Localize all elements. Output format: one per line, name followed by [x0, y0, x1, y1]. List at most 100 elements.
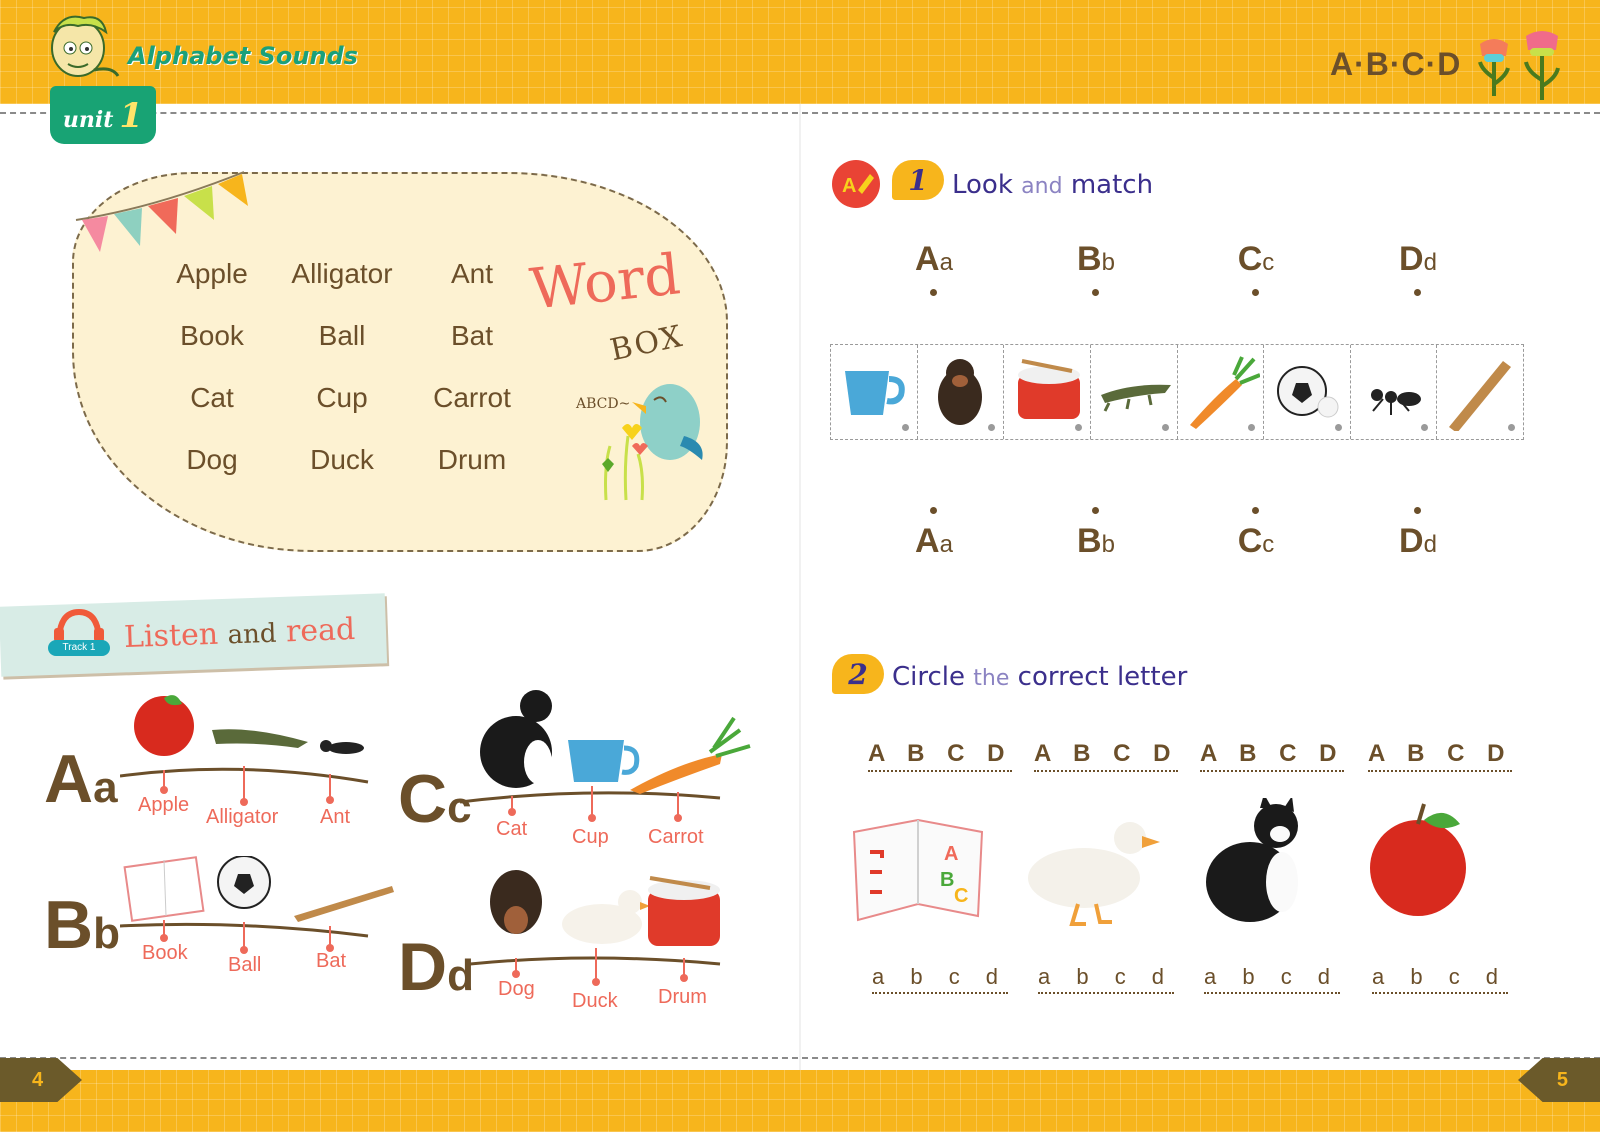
ball-image[interactable] — [1264, 345, 1351, 439]
vocab-word: Cup — [572, 826, 609, 848]
uppercase-letter: B — [44, 887, 94, 963]
lowercase-choices[interactable]: a b c d — [1038, 964, 1175, 994]
bat-image[interactable] — [1437, 345, 1523, 439]
lowercase-letter: a — [939, 249, 953, 276]
match-letter-top-b[interactable]: Bb — [1056, 240, 1136, 279]
activity-title-the: the — [973, 666, 1010, 691]
group-c-illustration — [460, 690, 751, 822]
lowercase-choices[interactable]: a b c d — [1372, 964, 1509, 994]
vocab-word: Drum — [658, 986, 707, 1008]
match-letter-bottom-a[interactable]: Aa — [894, 522, 974, 561]
drum-image[interactable] — [1004, 345, 1091, 439]
big-letter-d: Dd — [398, 928, 474, 1006]
match-letter-top-a[interactable]: Aa — [894, 240, 974, 279]
match-dot[interactable] — [1414, 507, 1421, 514]
uppercase-letter: D — [1399, 240, 1424, 278]
unit-tab: unit 1 — [50, 86, 156, 144]
uppercase-letter: D — [1399, 522, 1424, 560]
big-letter-b: Bb — [44, 886, 120, 964]
activity-title-word: correct letter — [1017, 662, 1188, 692]
activity-title-word: match — [1070, 170, 1154, 200]
match-dot[interactable] — [1334, 424, 1342, 431]
page-gutter — [799, 104, 801, 1070]
apple-image — [1370, 803, 1466, 916]
vocab-word: Ant — [320, 806, 351, 828]
vocab-word: Ball — [228, 954, 262, 976]
uppercase-choices[interactable]: A B C D — [868, 740, 1013, 772]
match-letter-bottom-d[interactable]: Dd — [1378, 522, 1458, 561]
match-dot[interactable] — [930, 507, 937, 514]
activity-title-word: Look — [952, 170, 1013, 200]
svg-text:B: B — [940, 869, 954, 891]
uppercase-choices[interactable]: A B C D — [1200, 740, 1345, 772]
bunting-icon — [75, 171, 248, 252]
uppercase-letter: B — [1077, 522, 1102, 560]
uppercase-letter: C — [1237, 522, 1263, 560]
word-box-item: Cat — [190, 382, 234, 413]
match-dot[interactable] — [1161, 424, 1169, 431]
duck-image — [1028, 822, 1160, 926]
svg-text:C: C — [954, 885, 968, 907]
uppercase-choices[interactable]: A B C D — [1034, 740, 1179, 772]
uppercase-letter: A — [44, 741, 94, 817]
group-d-illustration — [470, 870, 721, 986]
lowercase-choices[interactable]: a b c d — [872, 964, 1009, 994]
match-dot[interactable] — [1092, 289, 1099, 296]
match-letter-bottom-c[interactable]: Cc — [1216, 522, 1296, 561]
word-box-item: Cup — [316, 382, 368, 413]
match-letter-top-d[interactable]: Dd — [1378, 240, 1458, 279]
match-dot[interactable] — [930, 289, 937, 296]
word-box-item: Duck — [310, 444, 374, 475]
word-box-grid: Apple Alligator Ant Book Ball Bat Cat Cu… — [152, 256, 532, 478]
match-dot[interactable] — [1414, 289, 1421, 296]
dog-image[interactable] — [918, 345, 1005, 439]
word-box-item: Alligator — [291, 258, 393, 289]
word-box-item: Book — [180, 320, 244, 351]
lowercase-letter: a — [93, 763, 118, 812]
lowercase-letter: c — [1262, 249, 1275, 276]
lowercase-choices[interactable]: a b c d — [1204, 964, 1341, 994]
match-dot[interactable] — [1421, 424, 1429, 431]
match-dot[interactable] — [1252, 507, 1259, 514]
match-dot[interactable] — [1074, 424, 1082, 431]
match-dot[interactable] — [1252, 289, 1259, 296]
match-letter-top-c[interactable]: Cc — [1216, 240, 1296, 279]
match-letter-bottom-b[interactable]: Bb — [1056, 522, 1136, 561]
activity-badge-icon: A — [832, 160, 880, 208]
bottom-band — [0, 1070, 1600, 1132]
alligator-image[interactable] — [1091, 345, 1178, 439]
activity-1-number: 1 — [892, 160, 944, 200]
lowercase-letter: b — [1101, 249, 1115, 276]
lowercase-letter: b — [93, 909, 120, 958]
match-picture-strip — [830, 344, 1524, 440]
uppercase-letter: B — [1077, 240, 1102, 278]
match-dot[interactable] — [901, 424, 909, 431]
boy-mascot-icon — [51, 15, 120, 77]
vocab-word: Book — [142, 942, 188, 964]
vocab-word: Carrot — [648, 826, 704, 848]
word-box-item: Ant — [450, 258, 494, 289]
word-box-item: Ball — [318, 320, 366, 351]
vocab-word: Alligator — [206, 806, 279, 828]
tulips-icon — [1478, 31, 1560, 100]
uppercase-letter: A — [915, 240, 940, 278]
svg-text:A: A — [944, 843, 958, 865]
activity-title-word: Circle — [892, 662, 966, 692]
cup-image[interactable] — [831, 345, 918, 439]
match-dot[interactable] — [1092, 507, 1099, 514]
lowercase-letter: c — [1262, 531, 1275, 558]
lowercase-letter: d — [1423, 531, 1437, 558]
track-label: Track 1 — [48, 640, 110, 656]
uppercase-choices[interactable]: A B C D — [1368, 740, 1513, 772]
headphone-icon — [54, 608, 104, 643]
carrot-image[interactable] — [1178, 345, 1265, 439]
activity-2-number: 2 — [832, 654, 884, 694]
lowercase-letter: d — [1423, 249, 1437, 276]
ant-image[interactable] — [1351, 345, 1438, 439]
word-box-item: Dog — [186, 444, 238, 475]
activity-title-and: and — [1021, 174, 1063, 199]
match-dot[interactable] — [1508, 424, 1515, 431]
word-box-item: Apple — [176, 258, 248, 289]
lowercase-letter: a — [939, 531, 953, 558]
vocab-word: Apple — [138, 794, 190, 816]
